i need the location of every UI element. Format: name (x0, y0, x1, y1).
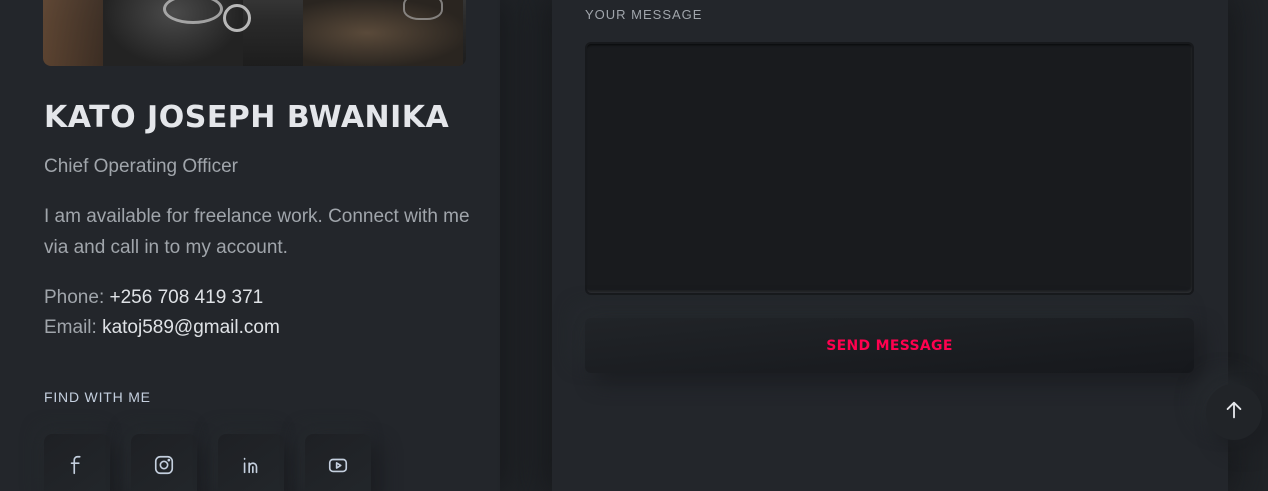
linkedin-icon (240, 454, 262, 480)
profile-card: KATO JOSEPH BWANIKA Chief Operating Offi… (0, 0, 500, 491)
email-value[interactable]: katoj589@gmail.com (102, 317, 280, 338)
email-label: Email: (44, 317, 103, 338)
instagram-button[interactable] (131, 434, 197, 491)
facebook-icon (66, 454, 88, 480)
phone-label: Phone: (44, 287, 110, 308)
profile-photo (43, 0, 466, 66)
send-message-button[interactable]: SEND MESSAGE (585, 318, 1194, 373)
phone-line: Phone: +256 708 419 371 (44, 287, 263, 309)
facebook-button[interactable] (44, 434, 110, 491)
instagram-icon (153, 454, 175, 480)
profile-name: KATO JOSEPH BWANIKA (44, 100, 450, 135)
linkedin-button[interactable] (218, 434, 284, 491)
profile-description: I am available for freelance work. Conne… (44, 206, 470, 258)
youtube-icon (327, 454, 349, 480)
profile-role: Chief Operating Officer (44, 156, 238, 177)
youtube-button[interactable] (305, 434, 371, 491)
scroll-to-top-button[interactable] (1206, 384, 1262, 440)
email-line: Email: katoj589@gmail.com (44, 317, 280, 339)
message-textarea[interactable] (585, 42, 1194, 295)
arrow-up-icon (1223, 399, 1245, 425)
phone-value[interactable]: +256 708 419 371 (110, 287, 264, 308)
find-with-me-heading: FIND WITH ME (44, 389, 151, 405)
message-label: YOUR MESSAGE (585, 7, 703, 22)
